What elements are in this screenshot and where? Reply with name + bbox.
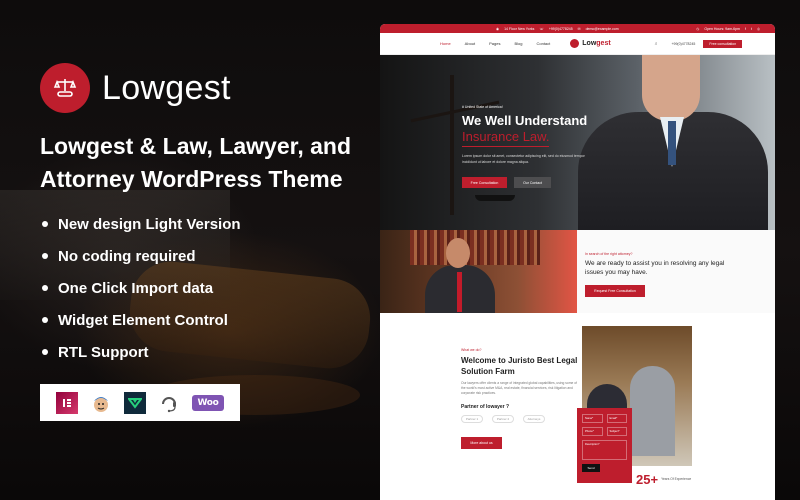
- scale-pan: [475, 195, 515, 201]
- nav-blog[interactable]: Blog: [514, 41, 522, 46]
- partner-logo: Partner 1: [461, 415, 483, 423]
- topbar-email[interactable]: demo@example.com: [586, 27, 619, 31]
- free-consultation-button[interactable]: Free consultation: [703, 39, 743, 48]
- twitter-icon[interactable]: t: [751, 27, 752, 31]
- man: [425, 238, 495, 313]
- topbar-hours: Open Hours: 9am-6pm: [704, 26, 740, 31]
- search-icon[interactable]: ⌕: [655, 41, 658, 47]
- feature-item: New design Light Version: [40, 208, 370, 240]
- bullet-icon: [42, 285, 48, 291]
- preview-logo[interactable]: Lowgest: [570, 39, 611, 48]
- hero-text: # United State of America! We Well Under…: [462, 105, 622, 188]
- preview-nav: Home About Pages Blog Contact Lowgest ⌕ …: [380, 33, 775, 55]
- promo-panel: Lowgest Lowgest & Law, Lawyer, and Attor…: [40, 62, 370, 421]
- description-field[interactable]: Description*: [582, 440, 627, 460]
- request-consultation-button[interactable]: Request Free Consultation: [585, 285, 645, 297]
- slider-revolution-icon: [124, 391, 146, 414]
- bullet-icon: [42, 253, 48, 259]
- person: [630, 366, 675, 456]
- more-about-us-button[interactable]: More about us: [461, 437, 502, 449]
- partner-logo: Partner 2: [492, 415, 514, 423]
- hero-free-consultation-button[interactable]: Free Consultation: [462, 177, 507, 188]
- plugin-logos: Woo: [40, 384, 240, 421]
- headset-icon: [158, 392, 180, 414]
- feature-item: RTL Support: [40, 336, 370, 368]
- feature-list: New design Light Version No coding requi…: [40, 208, 370, 368]
- hero-our-contact-button[interactable]: Our Contact: [514, 177, 551, 188]
- cta-section: In search of the right attorney? We are …: [380, 230, 775, 313]
- name-field[interactable]: Name*: [582, 414, 603, 423]
- experience-number: 25+: [636, 471, 659, 487]
- feature-item: No coding required: [40, 240, 370, 272]
- cta-heading: We are ready to assist you in resolving …: [585, 260, 725, 276]
- send-button[interactable]: Send: [582, 464, 600, 472]
- smiling-lawyer-image: [380, 230, 577, 313]
- elementor-icon: [56, 391, 78, 414]
- phone-field[interactable]: Phone*: [582, 427, 603, 436]
- phone-icon: ☏: [539, 26, 544, 31]
- about-tag: What we do?: [461, 348, 482, 352]
- about-heading: Welcome to Juristo Best Legal Solution F…: [461, 356, 578, 376]
- email-field[interactable]: Email*: [606, 414, 627, 423]
- hero-subtitle: Insurance Law.: [462, 129, 550, 147]
- topbar-address: 14 Floor New Yorks: [504, 26, 535, 31]
- hero-section: # United State of America! We Well Under…: [380, 55, 775, 230]
- location-icon: ◉: [496, 26, 500, 31]
- cta-tag: In search of the right attorney?: [585, 252, 633, 256]
- website-preview: ◉ 14 Floor New Yorks ☏ +99(0)4778245 ✉ d…: [380, 24, 775, 500]
- bullet-icon: [42, 221, 48, 227]
- face: [642, 55, 700, 121]
- nav-home[interactable]: Home: [440, 41, 451, 46]
- hero-tag: # United State of America!: [462, 105, 503, 109]
- tie: [457, 272, 462, 312]
- preview-topbar: ◉ 14 Floor New Yorks ☏ +99(0)4778245 ✉ d…: [380, 24, 775, 33]
- contact-form: Name* Email* Phone* Subject* Description…: [577, 408, 632, 483]
- experience-badge: 25+ Years Of Experience: [632, 468, 692, 490]
- scale-image: [450, 75, 454, 215]
- scales-of-justice-icon: [40, 63, 90, 113]
- hero-title: We Well Understand: [462, 113, 588, 128]
- mail-icon: ✉: [577, 26, 581, 31]
- bullet-icon: [42, 317, 48, 323]
- tie: [668, 121, 676, 165]
- clock-icon: ◷: [696, 26, 700, 31]
- feature-item: One Click Import data: [40, 272, 370, 304]
- about-section: What we do? Welcome to Juristo Best Lega…: [380, 313, 775, 500]
- topbar-phone: +99(0)4778245: [548, 26, 573, 31]
- hero-description: Lorem ipsum dolor sit amet, consectetur …: [462, 154, 585, 164]
- subject-field[interactable]: Subject*: [606, 427, 627, 436]
- nav-about[interactable]: About: [465, 41, 475, 46]
- mailchimp-icon: [90, 392, 112, 414]
- about-description: Our lawyers offer clients a range of int…: [461, 381, 577, 395]
- experience-label: Years Of Experience: [661, 477, 692, 481]
- face: [446, 238, 470, 268]
- partner-logo: Attorneys: [523, 415, 545, 423]
- bullet-icon: [42, 349, 48, 355]
- brand-name: Lowgest: [102, 68, 231, 107]
- nav-phone: +99(0)4778245: [671, 41, 696, 46]
- woocommerce-icon: Woo: [192, 394, 224, 411]
- instagram-icon[interactable]: ◎: [757, 27, 760, 31]
- nav-contact[interactable]: Contact: [536, 41, 550, 46]
- feature-item: Widget Element Control: [40, 304, 370, 336]
- facebook-icon[interactable]: f: [745, 27, 746, 31]
- theme-title: Lowgest & Law, Lawyer, and Attorney Word…: [40, 133, 351, 192]
- partner-heading: Partner of lowayer ?: [461, 404, 510, 410]
- scales-of-justice-icon: [570, 39, 580, 48]
- nav-pages[interactable]: Pages: [489, 41, 500, 46]
- brand: Lowgest: [40, 62, 370, 114]
